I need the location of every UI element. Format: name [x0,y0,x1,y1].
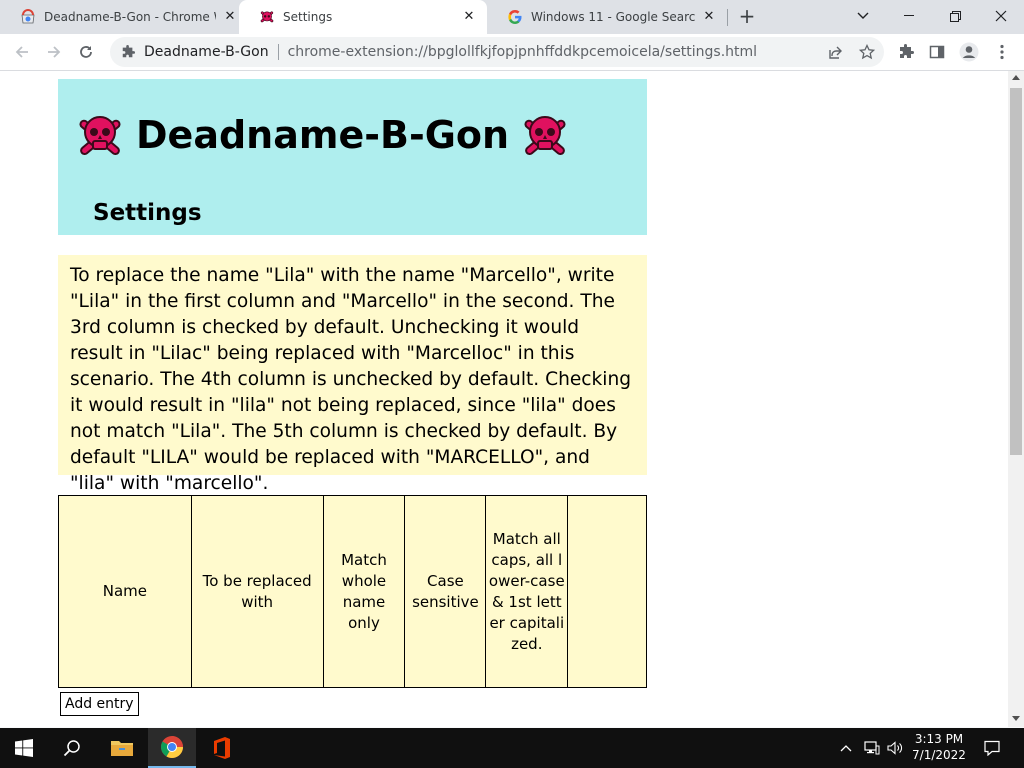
show-hidden-icons-chevron-icon[interactable] [836,728,856,768]
column-header-actions [567,495,647,688]
browser-toolbar: Deadname-B-Gon chrome-extension://bpglol… [0,34,1024,71]
skull-crossbones-icon [259,9,275,25]
close-tab-icon[interactable]: ✕ [461,9,477,25]
title-row: Deadname-B-Gon [74,109,571,161]
tab-google-search[interactable]: Windows 11 - Google Search ✕ [487,0,727,34]
tab-title: Deadname-B-Gon - Chrome Web Store [44,10,216,24]
column-header-case-sensitive: Case sensitive [404,495,487,688]
tab-separator [727,9,728,26]
notification-center-icon[interactable] [978,728,1006,768]
side-panel-icon[interactable] [924,39,950,65]
scroll-up-arrow-icon[interactable] [1012,75,1020,80]
menu-dots-icon[interactable] [989,39,1015,65]
omnibox-divider [277,44,279,60]
search-icon[interactable] [48,728,96,768]
column-header-replacement: To be replaced with [190,495,324,688]
windows-taskbar: 3:13 PM 7/1/2022 [0,728,1024,768]
settings-heading: Settings [93,200,202,226]
close-tab-icon[interactable]: ✕ [222,9,238,25]
site-name: Deadname-B-Gon [144,44,269,60]
page-scrollbar[interactable] [1008,71,1024,727]
table-header-row: Name To be replaced with Match whole nam… [58,495,647,688]
puzzle-piece-icon [120,44,136,60]
reload-icon[interactable] [72,38,100,66]
clock-date: 7/1/2022 [912,748,966,762]
page-title: Deadname-B-Gon [136,113,510,157]
bookmark-star-icon[interactable] [853,38,881,66]
url-text[interactable]: chrome-extension://bpglollfkjfopjpnhffdd… [288,44,822,60]
tab-settings[interactable]: Settings ✕ [239,0,487,34]
page-viewport: Deadname-B-Gon Settings To replace the n… [0,71,1008,727]
tab-chrome-web-store[interactable]: Deadname-B-Gon - Chrome Web Store ✕ [0,0,248,34]
column-header-match-whole-name: Match whole name only [322,495,406,688]
office-icon[interactable] [198,728,246,768]
scroll-down-arrow-icon[interactable] [1012,716,1020,721]
close-tab-icon[interactable]: ✕ [701,9,717,25]
close-window-icon[interactable] [978,0,1024,32]
skull-crossbones-icon [79,116,121,156]
header-banner: Deadname-B-Gon Settings [58,79,647,235]
extensions-icon[interactable] [893,39,919,65]
tab-search-chevron-icon[interactable] [840,0,886,32]
windows-start-icon[interactable] [0,728,48,768]
system-clock[interactable]: 3:13 PM 7/1/2022 [908,731,970,765]
share-icon[interactable] [822,38,850,66]
name-settings-table: Name To be replaced with Match whole nam… [58,495,647,688]
minimize-icon[interactable] [886,0,932,32]
column-header-match-all-caps: Match all caps, all lower-case & 1st let… [485,495,569,688]
tab-title: Settings [283,10,333,24]
back-arrow-icon[interactable] [8,38,36,66]
scrollbar-thumb[interactable] [1010,88,1022,455]
restore-icon[interactable] [932,0,978,32]
tab-title: Windows 11 - Google Search [531,10,695,24]
volume-icon[interactable] [884,728,906,768]
chrome-web-store-icon [20,9,36,25]
skull-crossbones-icon [524,116,566,156]
google-icon [507,9,523,25]
instructions-text: To replace the name "Lila" with the name… [58,255,647,494]
address-bar[interactable]: Deadname-B-Gon chrome-extension://bpglol… [110,37,884,67]
new-tab-button[interactable]: + [735,5,759,29]
file-explorer-icon[interactable] [98,728,146,768]
chrome-taskbar-icon[interactable] [148,728,196,768]
add-entry-button[interactable]: Add entry [60,692,139,716]
tab-strip: Deadname-B-Gon - Chrome Web Store ✕ Sett… [0,0,1024,34]
column-header-name: Name [58,495,192,688]
profile-avatar-icon[interactable] [956,39,982,65]
network-icon[interactable] [860,728,884,768]
clock-time: 3:13 PM [914,732,964,746]
forward-arrow-icon[interactable] [40,38,68,66]
